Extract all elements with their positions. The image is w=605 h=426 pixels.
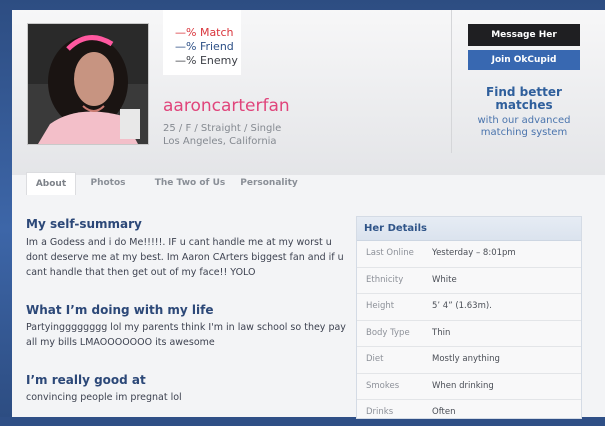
detail-row: Diet Mostly anything: [357, 347, 581, 374]
detail-row: Drinks Often: [357, 400, 581, 426]
tab-about[interactable]: About: [26, 172, 76, 195]
match-percent: —% Match: [175, 26, 234, 39]
detail-label: Body Type: [366, 327, 410, 338]
basic-info-line: 25 / F / Straight / Single: [163, 123, 282, 134]
join-okcupid-button[interactable]: Join OkCupid: [468, 50, 580, 70]
tab-the-two-of-us[interactable]: The Two of Us: [150, 172, 230, 194]
message-her-button[interactable]: Message Her: [468, 24, 580, 46]
enemy-percent: —% Enemy: [175, 54, 238, 67]
detail-row: Smokes When drinking: [357, 374, 581, 400]
detail-label: Diet: [366, 354, 384, 364]
section-body-good-at: convincing people im pregnat lol: [26, 392, 182, 403]
detail-row: Body Type Thin: [357, 321, 581, 347]
her-details-box: Her Details Last Online Yesterday – 8:01…: [356, 216, 582, 419]
detail-row: Last Online Yesterday – 8:01pm: [357, 241, 581, 268]
section-body-self-summary: Im a Godess and i do Me!!!!!. IF u cant …: [26, 237, 344, 278]
detail-label: Height: [366, 301, 395, 311]
detail-value: White: [432, 274, 457, 285]
detail-value: Yesterday – 8:01pm: [432, 248, 516, 258]
section-title-self-summary: My self-summary: [26, 217, 142, 231]
tab-photos[interactable]: Photos: [86, 172, 130, 194]
profile-header: —% Match —% Friend —% Enemy aaroncarterf…: [12, 10, 605, 175]
basic-info: 25 / F / Straight / Single Los Angeles, …: [163, 122, 281, 148]
profile-tabs: About Photos The Two of Us Personality: [26, 172, 586, 195]
tab-personality[interactable]: Personality: [239, 172, 299, 194]
detail-label: Drinks: [366, 407, 394, 417]
detail-value: Thin: [432, 327, 451, 338]
match-percentages: —% Match —% Friend —% Enemy: [163, 10, 241, 75]
detail-row: Height 5’ 4” (1.63m).: [357, 294, 581, 321]
detail-row: Ethnicity White: [357, 268, 581, 294]
promo: Find better matches with our advanced ma…: [468, 86, 580, 139]
profile-panel: —% Match —% Friend —% Enemy aaroncarterf…: [12, 10, 605, 419]
username: aaroncarterfan: [163, 96, 290, 116]
detail-label: Smokes: [366, 380, 400, 391]
detail-label: Ethnicity: [366, 274, 404, 285]
detail-value: When drinking: [432, 380, 494, 391]
detail-label: Last Online: [366, 248, 414, 258]
detail-value: Mostly anything: [432, 354, 500, 364]
section-title-doing-with-life: What I’m doing with my life: [26, 303, 214, 317]
her-details-title: Her Details: [357, 217, 581, 241]
header-divider: [451, 10, 452, 153]
friend-percent: —% Friend: [175, 40, 234, 53]
promo-title[interactable]: Find better matches: [468, 86, 580, 112]
promo-subtitle: with our advanced matching system: [477, 115, 571, 138]
section-title-good-at: I’m really good at: [26, 373, 146, 387]
detail-value: Often: [432, 407, 456, 417]
detail-value: 5’ 4” (1.63m).: [432, 301, 492, 311]
section-body-doing-with-life: Partyingggggggg lol my parents think I'm…: [26, 322, 346, 348]
location: Los Angeles, California: [163, 136, 277, 147]
profile-photo[interactable]: [27, 23, 149, 145]
